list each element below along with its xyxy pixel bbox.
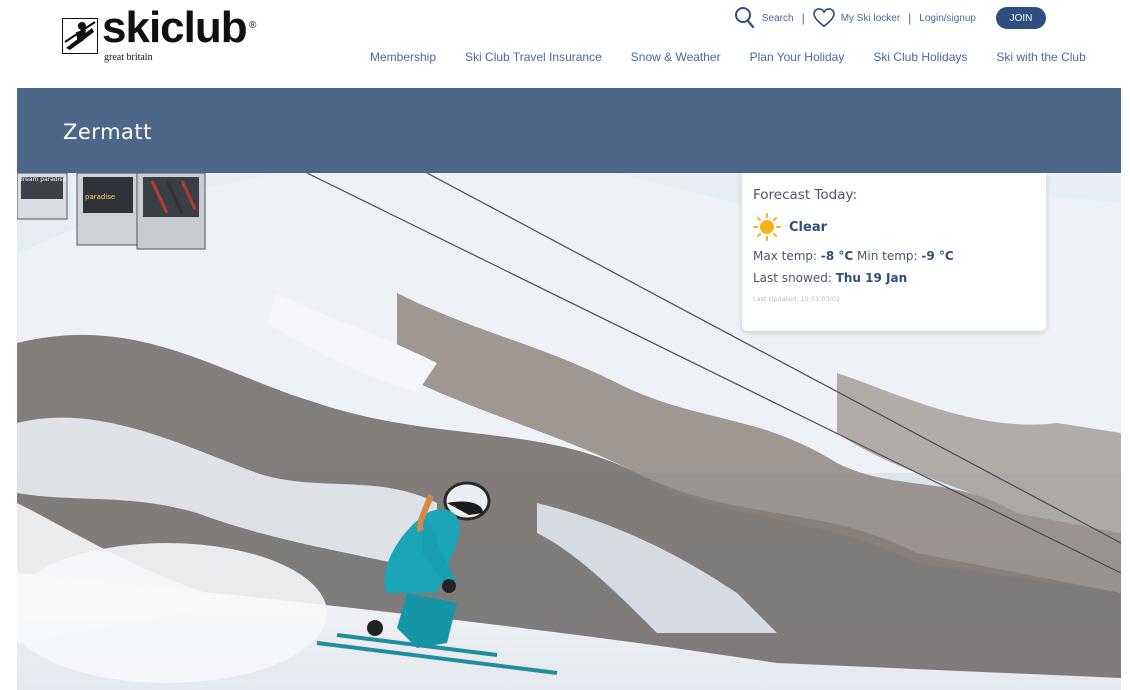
forecast-card: Forecast Today: Clear Max temp: -8 °C Mi… bbox=[742, 173, 1046, 331]
login-signup-link[interactable]: Login/signup bbox=[919, 13, 976, 24]
nav-travel-insurance[interactable]: Ski Club Travel Insurance bbox=[465, 50, 602, 64]
search-icon bbox=[734, 7, 754, 29]
search-label: Search bbox=[761, 12, 794, 24]
logo-registered-mark: ® bbox=[249, 20, 257, 31]
sun-icon bbox=[753, 213, 781, 241]
min-temp-label: Min temp: bbox=[857, 249, 918, 263]
nav-ski-club-holidays[interactable]: Ski Club Holidays bbox=[873, 50, 967, 64]
separator: | bbox=[908, 11, 912, 25]
nav-membership[interactable]: Membership bbox=[370, 50, 436, 64]
forecast-heading: Forecast Today: bbox=[753, 187, 858, 203]
nav-snow-weather[interactable]: Snow & Weather bbox=[631, 50, 721, 64]
ski-locker-label: My Ski locker bbox=[840, 12, 901, 24]
last-snowed-label: Last snowed: bbox=[753, 271, 832, 285]
min-temp-value: -9 °C bbox=[921, 249, 954, 263]
logo-tagline: great britain bbox=[104, 52, 153, 63]
gondola-text-1: paradise bbox=[85, 193, 115, 201]
nav-ski-with-club[interactable]: Ski with the Club bbox=[996, 50, 1085, 64]
search-link[interactable]: Search bbox=[734, 6, 794, 30]
max-temp-label: Max temp: bbox=[753, 249, 818, 263]
max-temp-value: -8 °C bbox=[820, 249, 854, 263]
last-updated: Last Updated: 15:51 03/02 bbox=[753, 295, 841, 303]
page-title: Zermatt bbox=[63, 120, 152, 144]
ski-locker-link[interactable]: My Ski locker bbox=[812, 8, 901, 28]
nav-plan-holiday[interactable]: Plan Your Holiday bbox=[750, 50, 845, 64]
gondola-text-0: dream paradise bbox=[19, 176, 66, 183]
heart-icon bbox=[812, 8, 835, 28]
site-logo[interactable]: skiclub ® great britain bbox=[62, 6, 272, 66]
utility-bar: Search | My Ski locker | Login/signup JO… bbox=[734, 6, 1046, 30]
resort-title-band: Zermatt bbox=[17, 88, 1121, 173]
main-nav: Membership Ski Club Travel Insurance Sno… bbox=[370, 50, 1086, 64]
last-snowed: Last snowed: Thu 19 Jan bbox=[753, 271, 1035, 285]
forecast-temps: Max temp: -8 °C Min temp: -9 °C bbox=[753, 249, 1035, 263]
separator: | bbox=[801, 11, 805, 25]
forecast-condition-label: Clear bbox=[789, 219, 827, 235]
last-snowed-value: Thu 19 Jan bbox=[835, 271, 908, 285]
logo-wordmark: skiclub bbox=[102, 3, 248, 52]
forecast-condition: Clear bbox=[753, 213, 1035, 241]
skiclub-logo-icon bbox=[62, 18, 98, 54]
join-button[interactable]: JOIN bbox=[996, 7, 1046, 29]
